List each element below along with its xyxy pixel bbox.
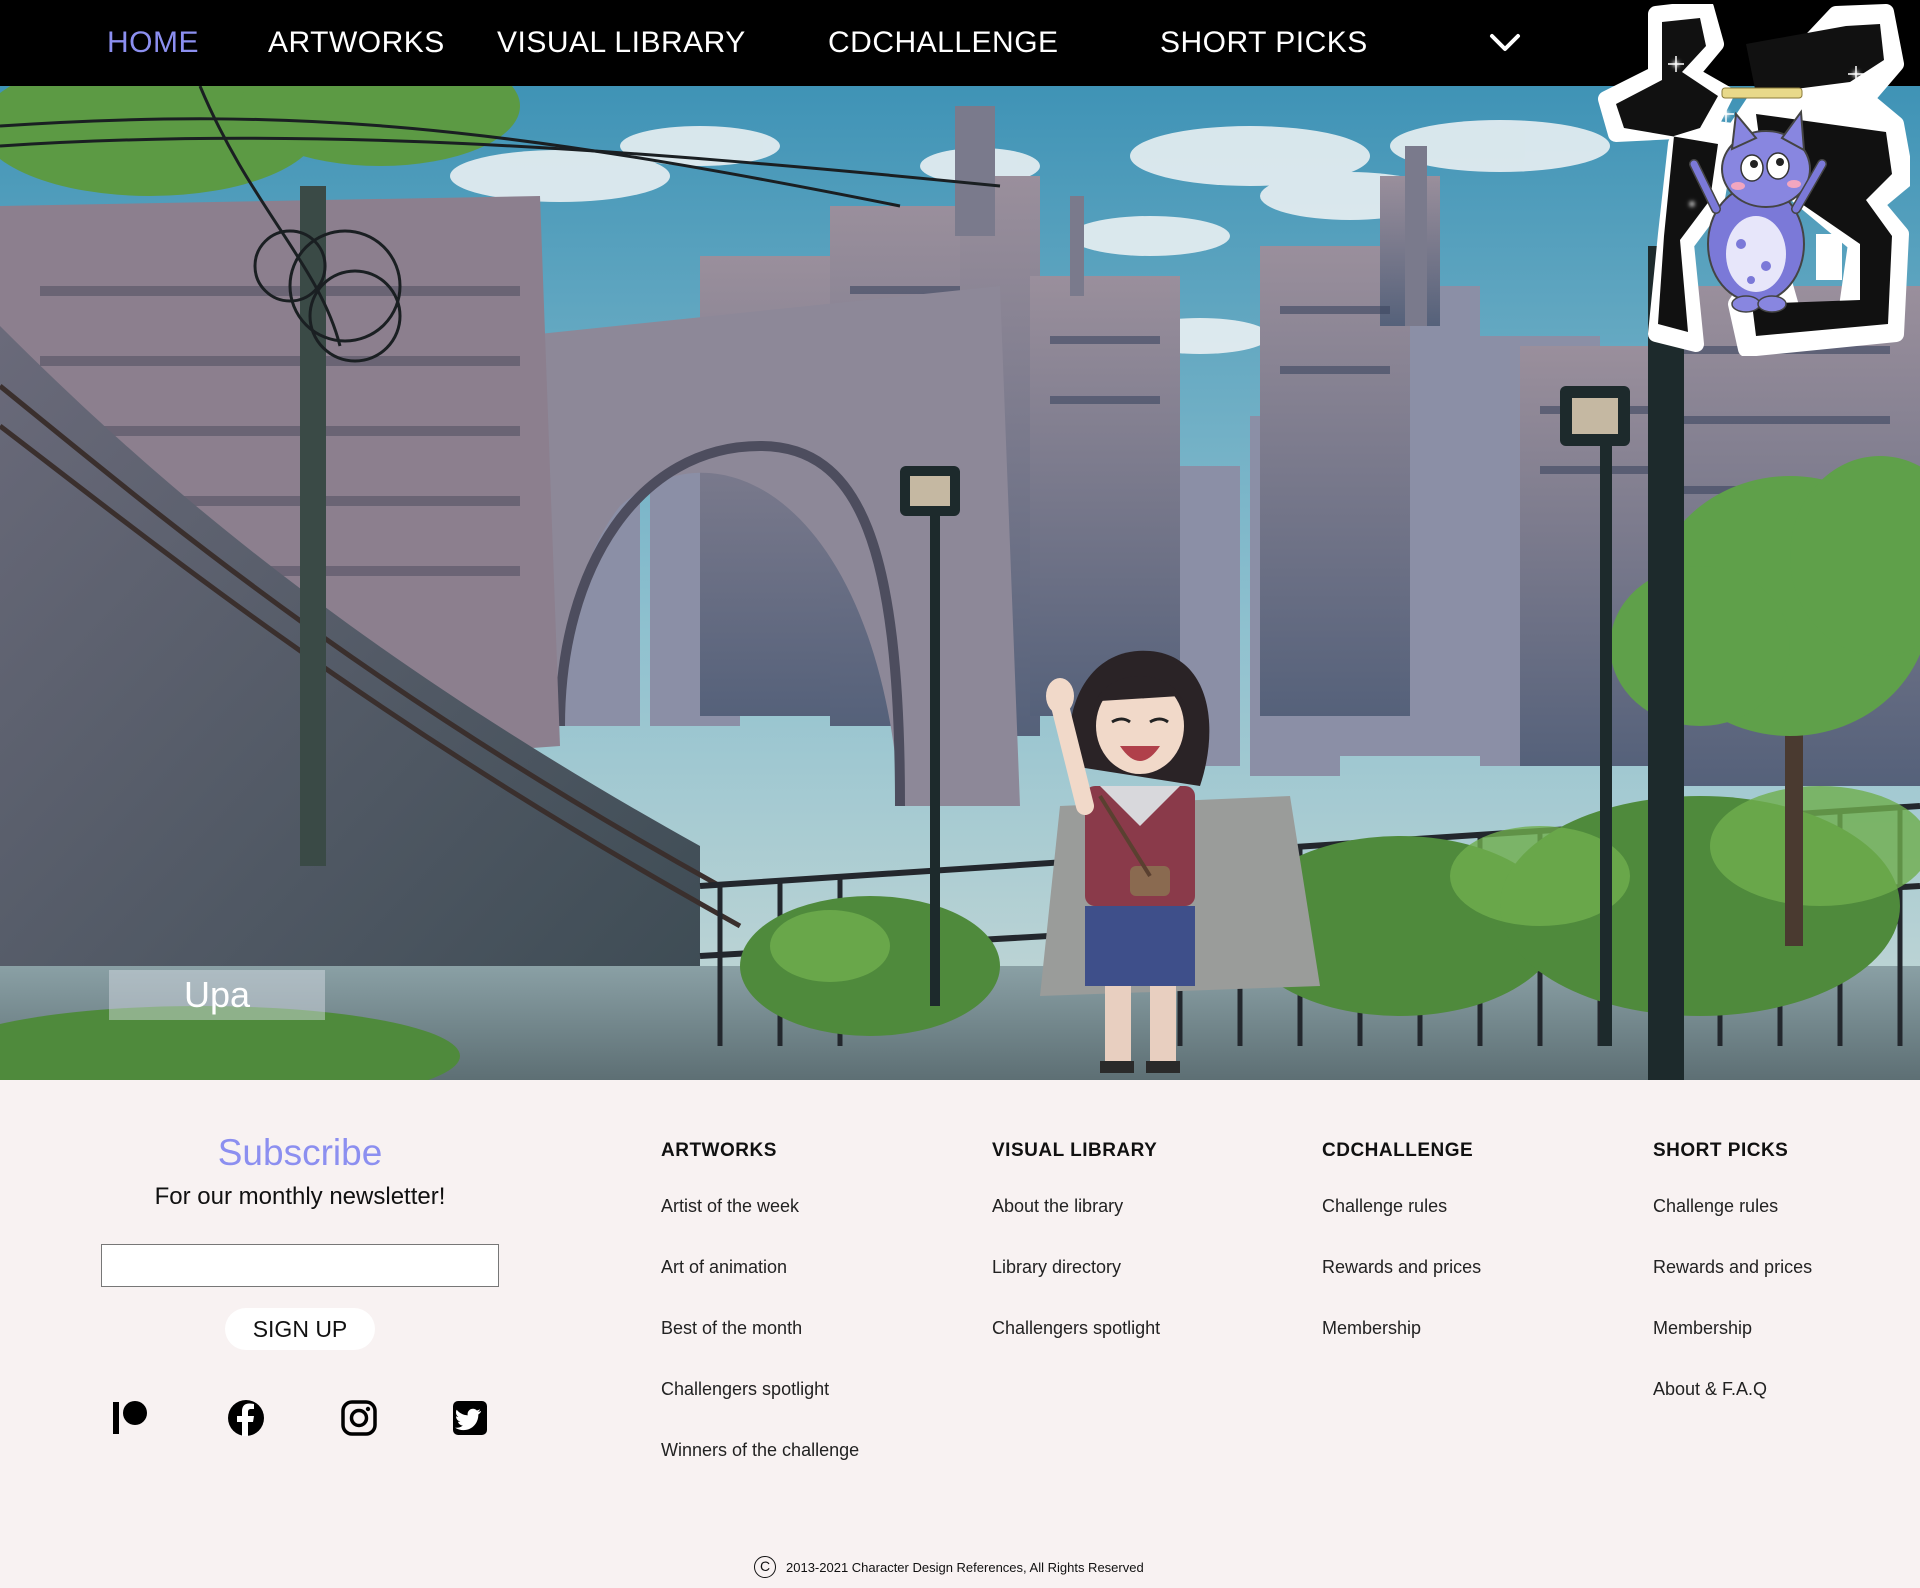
footer-col-title: SHORT PICKS xyxy=(1653,1140,1789,1161)
nav-short-picks[interactable]: SHORT PICKS xyxy=(1160,26,1368,60)
footer-link-challenge-rules[interactable]: Challenge rules xyxy=(1322,1196,1481,1257)
footer-col-title: CDCHALLENGE xyxy=(1322,1140,1474,1161)
nav-home[interactable]: HOME xyxy=(107,26,199,60)
site-logo-icon[interactable] xyxy=(1596,4,1910,356)
footer-link-rewards-and-prices[interactable]: Rewards and prices xyxy=(1322,1257,1481,1318)
subscribe-subtitle: For our monthly newsletter! xyxy=(154,1183,446,1210)
hero-caption: Upa xyxy=(109,970,325,1020)
twitter-icon[interactable] xyxy=(450,1398,490,1438)
footer-link-membership[interactable]: Membership xyxy=(1322,1318,1481,1379)
copyright-icon: C xyxy=(754,1556,776,1578)
nav-cdchallenge[interactable]: CDCHALLENGE xyxy=(828,26,1059,60)
sign-up-button[interactable]: SIGN UP xyxy=(225,1308,375,1350)
footer-link-challengers-spotlight[interactable]: Challengers spotlight xyxy=(992,1318,1160,1379)
patreon-icon[interactable] xyxy=(111,1398,151,1438)
footer-link-winners-of-the-challenge[interactable]: Winners of the challenge xyxy=(661,1440,859,1501)
footer-col-short-picks: SHORT PICKS Challenge rules Rewards and … xyxy=(1653,1140,1812,1440)
newsletter-email-input[interactable] xyxy=(101,1244,499,1287)
facebook-icon[interactable] xyxy=(226,1398,266,1438)
footer-col-visual-library: VISUAL LIBRARY About the library Library… xyxy=(992,1140,1160,1379)
instagram-icon[interactable] xyxy=(339,1398,379,1438)
footer-col-artworks: ARTWORKS Artist of the week Art of anima… xyxy=(661,1140,859,1501)
footer-link-library-directory[interactable]: Library directory xyxy=(992,1257,1160,1318)
footer-link-challengers-spotlight[interactable]: Challengers spotlight xyxy=(661,1379,859,1440)
footer-col-title: ARTWORKS xyxy=(661,1140,777,1161)
nav-artworks[interactable]: ARTWORKS xyxy=(268,26,445,60)
copyright-text: 2013-2021 Character Design References, A… xyxy=(786,1559,1144,1575)
footer-col-cdchallenge: CDCHALLENGE Challenge rules Rewards and … xyxy=(1322,1140,1481,1379)
nav-visual-library[interactable]: VISUAL LIBRARY xyxy=(497,26,746,60)
footer-link-artist-of-the-week[interactable]: Artist of the week xyxy=(661,1196,859,1257)
footer-link-rewards-and-prices[interactable]: Rewards and prices xyxy=(1653,1257,1812,1318)
subscribe-title: Subscribe xyxy=(217,1132,383,1173)
footer-link-about-faq[interactable]: About & F.A.Q xyxy=(1653,1379,1812,1440)
copyright: C 2013-2021 Character Design References,… xyxy=(754,1556,1144,1578)
footer-link-best-of-the-month[interactable]: Best of the month xyxy=(661,1318,859,1379)
footer-link-challenge-rules[interactable]: Challenge rules xyxy=(1653,1196,1812,1257)
footer-link-art-of-animation[interactable]: Art of animation xyxy=(661,1257,859,1318)
chevron-down-icon[interactable] xyxy=(1488,30,1522,56)
footer-col-title: VISUAL LIBRARY xyxy=(992,1140,1158,1161)
footer-link-membership[interactable]: Membership xyxy=(1653,1318,1812,1379)
footer-link-about-the-library[interactable]: About the library xyxy=(992,1196,1160,1257)
